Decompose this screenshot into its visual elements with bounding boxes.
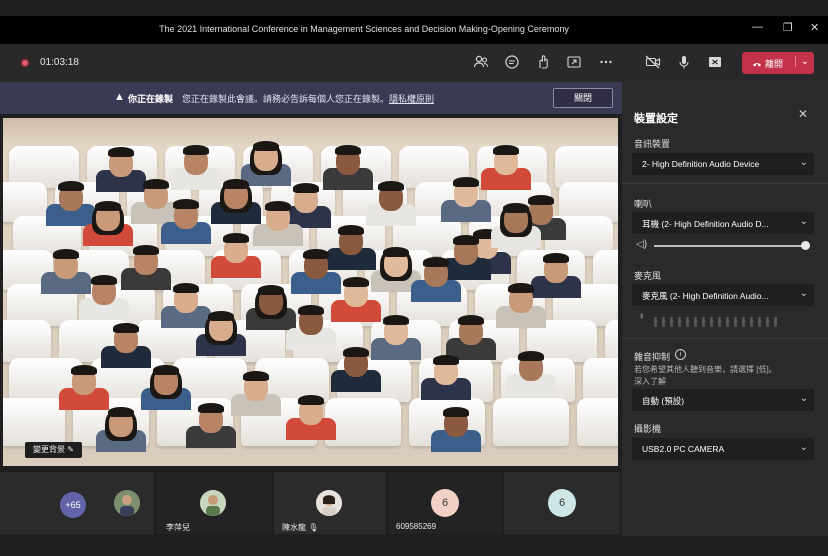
noise-suppression-select[interactable]: 自動 (預設) ⌄ [632, 389, 814, 411]
auditorium-seat [3, 320, 51, 362]
banner-close-button[interactable]: 關閉 [553, 88, 613, 108]
chevron-down-icon: ⌄ [799, 288, 808, 299]
mic-level-meter [654, 314, 782, 332]
chevron-down-icon: ⌄ [799, 393, 808, 404]
speaker-select[interactable]: 耳機 (2- High Definition Audio D... ⌄ [632, 212, 814, 234]
share-icon[interactable] [565, 54, 583, 72]
change-background-button[interactable]: 變更背景 ✎ [25, 442, 82, 458]
leave-button[interactable]: 離開 ⌄ [742, 52, 814, 74]
device-settings-panel: 裝置設定 ✕ 音訊裝置 2- High Definition Audio Dev… [622, 82, 828, 536]
together-mode-stage: 變更背景 ✎ [3, 118, 618, 466]
avatar [316, 490, 342, 516]
mic-icon[interactable] [675, 54, 693, 72]
banner-title: 你正在錄製 [128, 94, 174, 104]
avatar [114, 490, 140, 516]
speaker-icon: ◁) [636, 239, 648, 250]
teams-meeting-window: The 2021 International Conference in Man… [0, 0, 828, 556]
speaker-label: 喇叭 [634, 199, 653, 209]
camera-label: 攝影機 [634, 424, 662, 434]
noise-suppression-desc: 若您希望其他人聽到音樂，請選擇 [低]。 [634, 365, 777, 374]
participant-name: 609585269 [396, 522, 437, 531]
noise-suppression-label: 雜音抑制 [634, 352, 671, 362]
meeting-toolbar: 01:03:18 離開 ⌄ [0, 44, 828, 82]
minimize-icon[interactable]: — [752, 21, 763, 33]
meeting-timer: 01:03:18 [40, 57, 79, 68]
phone-hangup-icon [753, 63, 761, 67]
participant-tile-1[interactable]: 李萍兒 [156, 472, 272, 534]
divider [622, 338, 828, 339]
people-icon[interactable] [472, 54, 490, 72]
pencil-icon: ✎ [67, 445, 74, 454]
close-icon[interactable]: ✕ [810, 21, 819, 34]
chevron-down-icon: ⌄ [799, 216, 808, 227]
auditorium-seat [325, 398, 401, 446]
banner-message: 您正在錄製此會議。請務必告訴每個人您正在錄製。隱私權原則 [182, 94, 435, 104]
participant-initial: 6 [548, 489, 576, 517]
participant-strip: +65 李萍兒 陳水龍 🎙 6 609585269 6 [0, 470, 622, 536]
info-icon[interactable]: i [675, 349, 686, 360]
auditorium-seat [605, 320, 618, 362]
auditorium-seat [493, 398, 569, 446]
camera-select[interactable]: USB2.0 PC CAMERA ⌄ [632, 438, 814, 460]
more-icon[interactable] [597, 54, 615, 72]
participant-name: 陳水龍 🎙 [282, 523, 319, 532]
camera-off-icon[interactable] [644, 54, 662, 72]
privacy-link[interactable]: 隱私權原則 [389, 94, 434, 104]
participant-tile-3[interactable]: 6 609585269 [388, 472, 502, 534]
share-tray-icon[interactable] [706, 54, 724, 72]
maximize-icon[interactable]: ❐ [783, 21, 793, 34]
auditorium-seat [3, 398, 65, 446]
recording-banner: ▲ 你正在錄製 您正在錄製此會議。請務必告訴每個人您正在錄製。隱私權原則 關閉 [0, 82, 622, 114]
mic-select[interactable]: 麥克風 (2- High Definition Audio... ⌄ [632, 284, 814, 306]
chat-icon[interactable] [503, 54, 521, 72]
mic-icon: ♁ [638, 311, 646, 322]
panel-title: 裝置設定 [634, 113, 678, 125]
mic-muted-icon: 🎙 [308, 523, 319, 532]
recording-icon [20, 58, 30, 68]
participant-tile-2[interactable]: 陳水龍 🎙 [274, 472, 386, 534]
avatar [200, 490, 226, 516]
chevron-down-icon: ⌄ [799, 157, 808, 168]
warning-icon: ▲ [114, 91, 125, 103]
close-icon[interactable]: ✕ [798, 107, 808, 121]
window-title: The 2021 International Conference in Man… [159, 24, 569, 34]
audio-device-select[interactable]: 2- High Definition Audio Device ⌄ [632, 153, 814, 175]
chevron-down-icon: ⌄ [799, 442, 808, 453]
overflow-tile[interactable]: +65 [0, 472, 154, 534]
leave-label: 離開 [752, 57, 783, 70]
more-participants-badge[interactable]: +65 [60, 492, 86, 518]
participant-name: 李萍兒 [166, 523, 190, 532]
reactions-icon[interactable] [534, 54, 552, 72]
speaker-volume-slider[interactable] [654, 245, 810, 247]
chevron-down-icon[interactable]: ⌄ [794, 56, 809, 67]
title-bar: The 2021 International Conference in Man… [0, 16, 828, 44]
audio-device-label: 音訊裝置 [634, 139, 671, 149]
participant-tile-4[interactable]: 6 [504, 472, 620, 534]
learn-more-link[interactable]: 深入了解 [634, 376, 814, 387]
mic-label: 麥克風 [634, 271, 662, 281]
participant-initial: 6 [431, 489, 459, 517]
auditorium-seat [583, 358, 618, 402]
auditorium-seat [577, 398, 618, 446]
speaker-volume-handle[interactable] [801, 241, 811, 250]
divider [622, 183, 828, 184]
